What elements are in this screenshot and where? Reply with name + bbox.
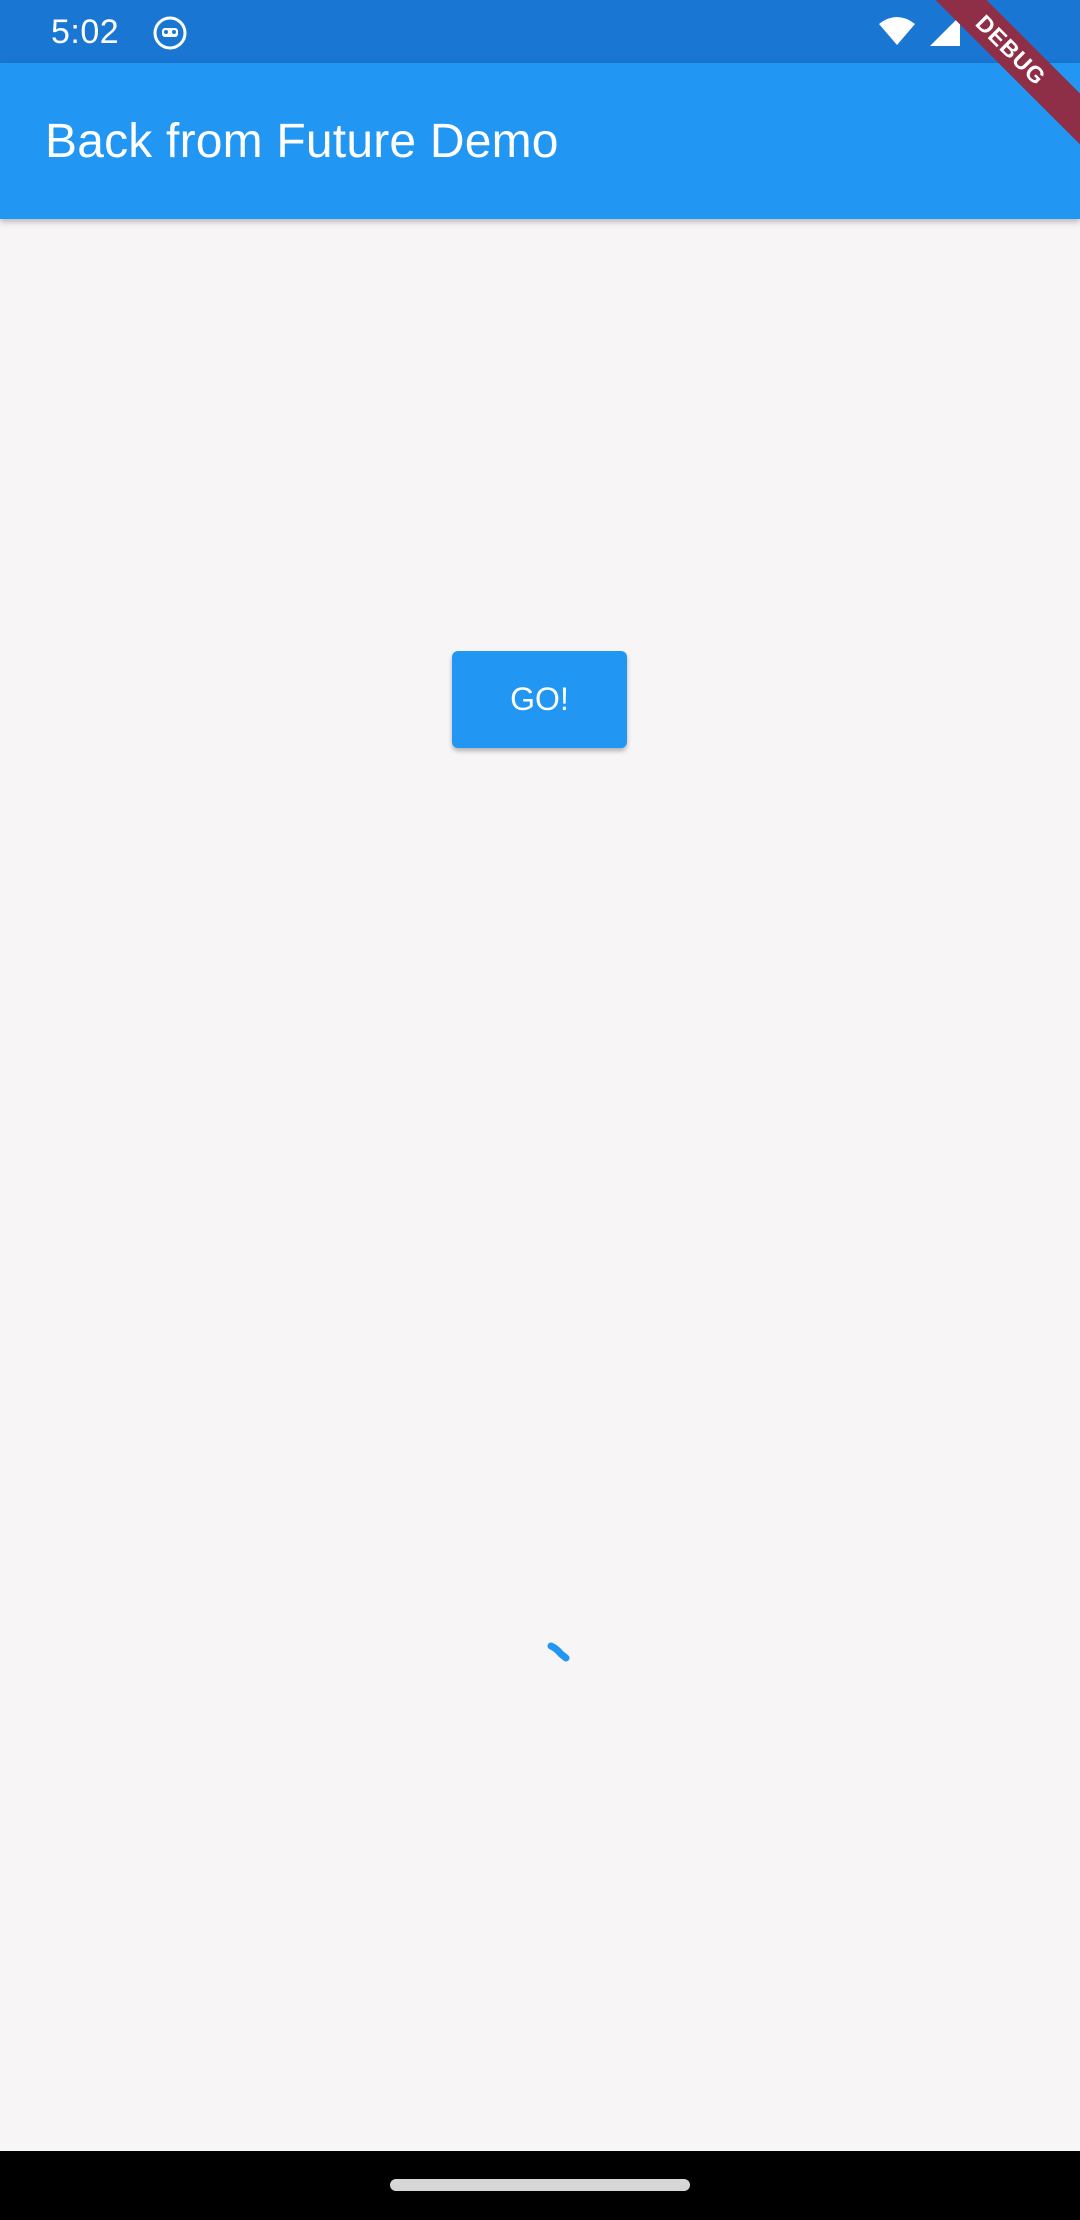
main-content: GO! [0, 219, 1080, 2151]
wifi-icon [878, 16, 916, 51]
system-navigation-bar [0, 2151, 1080, 2220]
app-notification-icon [153, 16, 187, 50]
home-indicator[interactable] [390, 2179, 690, 2191]
app-bar: Back from Future Demo [0, 63, 1080, 219]
page-title: Back from Future Demo [45, 115, 559, 168]
status-time: 5:02 [51, 13, 120, 51]
go-button[interactable]: GO! [452, 651, 627, 748]
status-bar: 5:02 [0, 0, 1080, 63]
spinner-icon [546, 1636, 586, 1676]
app-screen: 5:02 Back from Future Demo DEBUG GO! [0, 0, 1080, 2220]
status-right-icons [878, 14, 962, 53]
